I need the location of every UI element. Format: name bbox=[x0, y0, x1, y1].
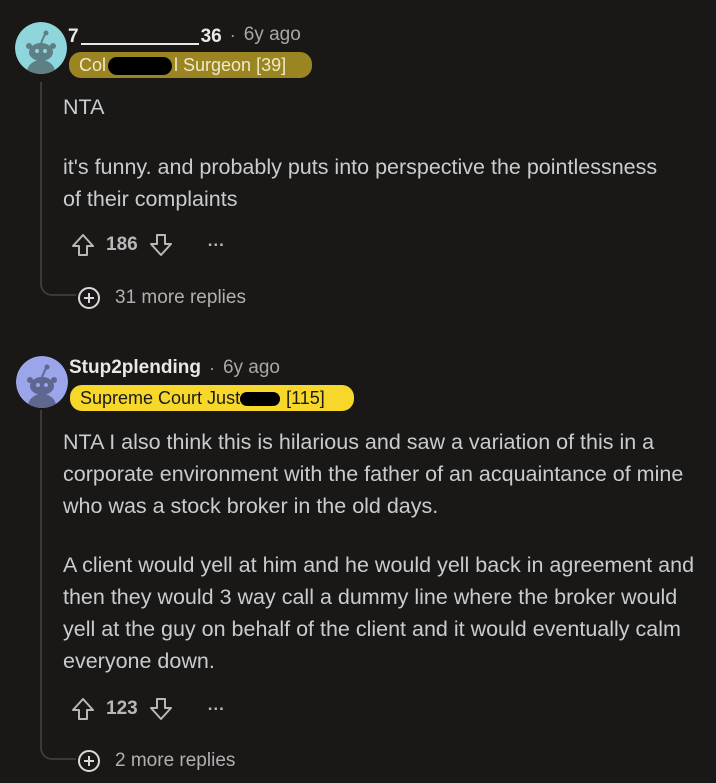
thread-line[interactable] bbox=[40, 82, 42, 287]
vote-bar: 123 ... bbox=[70, 695, 225, 722]
avatar[interactable] bbox=[16, 356, 68, 408]
expand-plus-icon bbox=[77, 286, 101, 310]
thread-line-curve bbox=[40, 284, 76, 296]
more-replies-link[interactable]: 31 more replies bbox=[77, 286, 246, 310]
redacted-flair bbox=[240, 392, 281, 407]
thread-line-curve bbox=[40, 744, 76, 760]
user-flair: Supreme Court Just [115] bbox=[70, 385, 354, 411]
vote-score: 186 bbox=[106, 234, 138, 255]
comment-paragraph: it's funny. and probably puts into persp… bbox=[63, 155, 658, 211]
snoo-avatar-icon bbox=[16, 356, 68, 408]
comment-body: NTA I also think this is hilarious and s… bbox=[63, 426, 703, 677]
expand-plus-icon bbox=[77, 749, 101, 773]
more-replies-link[interactable]: 2 more replies bbox=[77, 749, 235, 773]
comment-paragraph: NTA bbox=[63, 95, 105, 119]
avatar[interactable] bbox=[15, 22, 67, 74]
user-flair: Col l Surgeon [39] bbox=[69, 52, 312, 78]
snoo-avatar-icon bbox=[15, 22, 67, 74]
upvote-icon[interactable] bbox=[70, 696, 96, 722]
comment-header: Stup2plending · 6y ago bbox=[69, 355, 280, 381]
comment-body: NTA it's funny. and probably puts into p… bbox=[63, 91, 663, 215]
comment-header: 7 36 · 6y ago bbox=[68, 22, 301, 48]
redacted-username bbox=[80, 23, 199, 45]
comment-paragraph: NTA I also think this is hilarious and s… bbox=[63, 430, 684, 518]
username[interactable]: 7 36 bbox=[68, 23, 222, 48]
timestamp[interactable]: 6y ago bbox=[223, 357, 280, 379]
redacted-flair bbox=[108, 57, 173, 76]
downvote-icon[interactable] bbox=[148, 232, 174, 258]
timestamp[interactable]: 6y ago bbox=[244, 24, 301, 46]
comment-paragraph: A client would yell at him and he would … bbox=[63, 553, 695, 673]
downvote-icon[interactable] bbox=[148, 696, 174, 722]
vote-bar: 186 ... bbox=[70, 231, 225, 258]
separator-dot: · bbox=[229, 24, 236, 45]
separator-dot: · bbox=[208, 357, 215, 378]
more-options-button[interactable]: ... bbox=[208, 695, 225, 715]
more-options-button[interactable]: ... bbox=[208, 231, 225, 251]
username[interactable]: Stup2plending bbox=[69, 357, 201, 379]
vote-score: 123 bbox=[106, 698, 138, 719]
thread-line[interactable] bbox=[40, 410, 42, 750]
more-replies-label: 31 more replies bbox=[115, 287, 246, 308]
upvote-icon[interactable] bbox=[70, 232, 96, 258]
more-replies-label: 2 more replies bbox=[115, 750, 236, 771]
